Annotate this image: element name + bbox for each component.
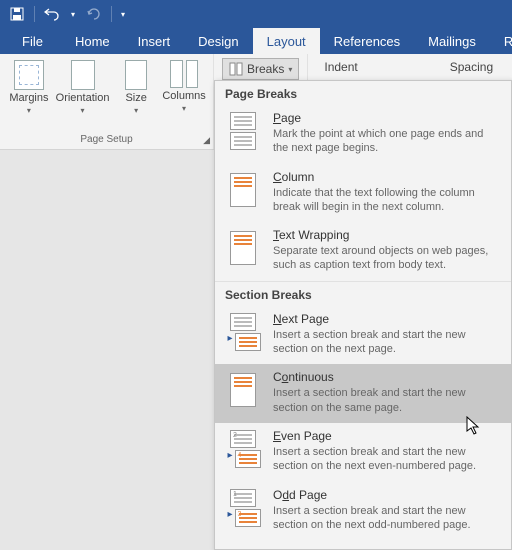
undo-icon	[44, 7, 60, 21]
redo-button[interactable]	[81, 2, 107, 26]
section-header-section-breaks: Section Breaks	[215, 281, 511, 306]
menu-title: Text Wrapping	[273, 228, 501, 242]
menu-desc: Separate text around objects on web page…	[273, 244, 501, 273]
size-label: Size	[125, 92, 146, 104]
chevron-down-icon: ▾	[27, 106, 31, 115]
tab-design[interactable]: Design	[184, 28, 252, 54]
spacing-header: Spacing	[442, 58, 501, 76]
margins-button[interactable]: Margins ▾	[6, 58, 52, 117]
separator	[111, 6, 112, 22]
breaks-icon	[229, 62, 243, 76]
redo-icon	[87, 7, 101, 21]
undo-more-button[interactable]: ▾	[67, 2, 79, 26]
group-page-setup: Margins ▾ Orientation ▾ Size ▾ Columns ▾…	[0, 54, 214, 149]
menu-desc: Mark the point at which one page ends an…	[273, 127, 501, 156]
orientation-label: Orientation	[56, 92, 110, 104]
menu-desc: Insert a section break and start the new…	[273, 386, 501, 415]
indent-header: Indent	[316, 58, 365, 76]
undo-button[interactable]	[39, 2, 65, 26]
menu-desc: Insert a section break and start the new…	[273, 504, 501, 533]
chevron-down-icon: ▾	[134, 106, 138, 115]
menu-title: Continuous	[273, 370, 501, 384]
menu-item-even-page[interactable]: 2 ▸4 Even Page Insert a section break an…	[215, 423, 511, 482]
menu-title: Next Page	[273, 312, 501, 326]
margins-icon	[14, 60, 44, 90]
orientation-button[interactable]: Orientation ▾	[54, 58, 111, 117]
tab-review[interactable]: Revie	[490, 28, 512, 54]
menu-item-continuous[interactable]: Continuous Insert a section break and st…	[215, 364, 511, 423]
orientation-icon	[71, 60, 95, 90]
chevron-down-icon: ▾	[288, 65, 292, 74]
menu-title: Even Page	[273, 429, 501, 443]
tab-file[interactable]: File	[4, 28, 61, 54]
chevron-down-icon: ▾	[81, 106, 85, 115]
breaks-button[interactable]: Breaks ▾	[222, 58, 299, 80]
menu-desc: Insert a section break and start the new…	[273, 328, 501, 357]
margins-label: Margins	[9, 92, 48, 104]
group-label-page-setup: Page Setup	[6, 134, 207, 147]
menu-item-page[interactable]: Page Mark the point at which one page en…	[215, 105, 511, 164]
menu-desc: Insert a section break and start the new…	[273, 445, 501, 474]
chevron-down-icon: ▾	[182, 104, 186, 113]
tab-layout[interactable]: Layout	[253, 28, 320, 54]
columns-button[interactable]: Columns ▾	[161, 58, 207, 117]
tab-mailings[interactable]: Mailings	[414, 28, 490, 54]
menu-item-column[interactable]: Column Indicate that the text following …	[215, 164, 511, 223]
menu-item-next-page[interactable]: ▸ Next Page Insert a section break and s…	[215, 306, 511, 365]
menu-item-odd-page[interactable]: 1 ▸3 Odd Page Insert a section break and…	[215, 482, 511, 541]
menu-item-text-wrapping[interactable]: Text Wrapping Separate text around objec…	[215, 222, 511, 281]
continuous-icon	[223, 370, 263, 410]
size-button[interactable]: Size ▾	[113, 58, 159, 117]
next-page-icon: ▸	[223, 312, 263, 352]
save-icon	[10, 7, 24, 21]
tab-insert[interactable]: Insert	[124, 28, 185, 54]
section-header-page-breaks: Page Breaks	[215, 81, 511, 105]
menu-title: Column	[273, 170, 501, 184]
menu-title: Page	[273, 111, 501, 125]
size-icon	[125, 60, 147, 90]
columns-label: Columns	[162, 90, 205, 102]
qat-customize-button[interactable]: ▾	[116, 2, 130, 26]
column-break-icon	[223, 170, 263, 210]
breaks-label: Breaks	[247, 62, 284, 76]
page-break-icon	[223, 111, 263, 151]
separator	[34, 6, 35, 22]
columns-icon	[170, 60, 198, 88]
save-button[interactable]	[4, 2, 30, 26]
quick-access-toolbar: ▾ ▾	[0, 0, 512, 28]
even-page-icon: 2 ▸4	[223, 429, 263, 469]
ribbon-tabs: File Home Insert Design Layout Reference…	[0, 28, 512, 54]
odd-page-icon: 1 ▸3	[223, 488, 263, 528]
tab-references[interactable]: References	[320, 28, 414, 54]
menu-title: Odd Page	[273, 488, 501, 502]
menu-desc: Indicate that the text following the col…	[273, 186, 501, 215]
tab-home[interactable]: Home	[61, 28, 124, 54]
text-wrapping-icon	[223, 228, 263, 268]
breaks-dropdown: Page Breaks Page Mark the point at which…	[214, 80, 512, 550]
page-setup-dialog-launcher[interactable]: ◢	[203, 135, 210, 146]
